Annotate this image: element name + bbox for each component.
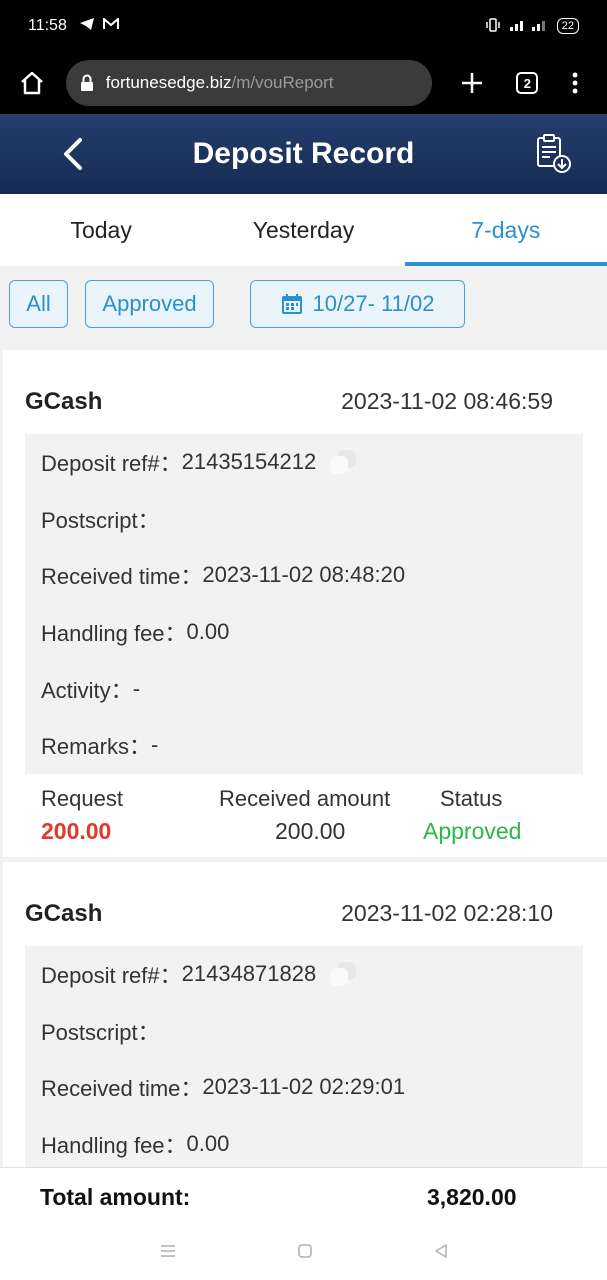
received-time-value: 2023-11-02 08:48:20: [202, 562, 406, 588]
handling-fee-value: 0.00: [186, 619, 230, 645]
filter-all-button[interactable]: All: [9, 280, 68, 328]
tab-switcher-button[interactable]: 2: [509, 65, 545, 101]
copy-icon[interactable]: [326, 959, 360, 989]
handling-fee-row: Handling fee： 0.00: [25, 604, 583, 661]
copy-icon[interactable]: [326, 447, 360, 477]
page: 11:58 22 fortunesedge.biz /m/vouReport 2…: [0, 0, 607, 1280]
url-path: /m/vouReport: [231, 73, 334, 92]
remarks-label: Remarks：: [41, 734, 152, 760]
handling-fee-label: Handling fee：: [41, 1133, 187, 1159]
status-bar: 11:58 22: [0, 0, 607, 52]
menu-icon[interactable]: [557, 65, 593, 101]
lock-icon: [80, 74, 94, 92]
deposit-ref-label: Deposit ref#：: [41, 451, 182, 477]
back-icon[interactable]: [56, 134, 92, 174]
received-amount-header: Received amount: [219, 786, 391, 811]
deposit-ref-value: 21434871828: [181, 961, 317, 987]
telegram-icon: [79, 17, 95, 36]
recent-apps-icon[interactable]: [159, 1243, 177, 1264]
total-bar: Total amount: 3,820.00: [0, 1167, 607, 1227]
record-details: Deposit ref#： 21434871828 Postscript： Re…: [25, 946, 583, 1172]
record-datetime: 2023-11-02 02:28:10: [341, 900, 553, 926]
request-header: Request: [41, 786, 123, 811]
date-range-button[interactable]: 10/27- 11/02: [250, 280, 465, 328]
new-tab-icon[interactable]: [454, 65, 490, 101]
deposit-ref-row: Deposit ref#： 21434871828: [25, 946, 583, 1003]
deposit-ref-row: Deposit ref#： 21435154212: [25, 434, 583, 491]
back-button-icon[interactable]: [433, 1243, 449, 1264]
date-tabs: Today Yesterday 7-days: [0, 194, 607, 266]
vibrate-icon: [485, 17, 501, 35]
received-time-row: Received time： 2023-11-02 02:29:01: [25, 1059, 583, 1116]
total-amount: 3,820.00: [427, 1184, 517, 1210]
url-host: fortunesedge.biz: [105, 73, 232, 92]
activity-row: Activity： -: [25, 660, 583, 717]
status-badge: Approved: [423, 818, 522, 844]
postscript-row: Postscript：: [25, 1003, 583, 1060]
tab-today[interactable]: Today: [0, 194, 202, 266]
tab-count: 2: [516, 72, 539, 94]
payment-method: GCash: [25, 900, 103, 927]
home-button-icon[interactable]: [297, 1243, 313, 1264]
amount-summary: Request 200.00 Received amount 200.00 St…: [3, 782, 607, 852]
deposit-record-card[interactable]: GCash 2023-11-02 02:28:10 Deposit ref#： …: [3, 862, 607, 1172]
received-time-value: 2023-11-02 02:29:01: [202, 1074, 406, 1100]
remarks-value: -: [151, 732, 159, 758]
payment-method: GCash: [25, 388, 103, 415]
address-bar[interactable]: fortunesedge.biz/m/vouReport: [65, 60, 432, 106]
browser-toolbar: fortunesedge.biz/m/vouReport 2: [0, 52, 607, 114]
date-range-label: 10/27- 11/02: [312, 291, 435, 316]
received-time-label: Received time：: [41, 1076, 203, 1102]
filter-approved-button[interactable]: Approved: [85, 280, 214, 328]
received-time-row: Received time： 2023-11-02 08:48:20: [25, 547, 583, 604]
handling-fee-row: Handling fee： 0.00: [25, 1116, 583, 1172]
handling-fee-value: 0.00: [186, 1131, 230, 1157]
tab-yesterday[interactable]: Yesterday: [202, 194, 404, 266]
filter-row: All Approved 10/27- 11/02: [0, 266, 607, 348]
record-datetime: 2023-11-02 08:46:59: [341, 388, 553, 414]
received-amount: 200.00: [275, 818, 346, 844]
home-icon[interactable]: [14, 65, 50, 101]
activity-value: -: [132, 675, 141, 701]
status-header: Status: [440, 786, 503, 811]
system-nav-bar: [0, 1227, 607, 1280]
page-title: Deposit Record: [192, 137, 415, 170]
signal-icon: [509, 18, 549, 35]
deposit-record-card[interactable]: GCash 2023-11-02 08:46:59 Deposit ref#： …: [3, 350, 607, 857]
clock: 11:58: [28, 17, 67, 34]
request-amount: 200.00: [41, 818, 112, 844]
activity-label: Activity：: [41, 677, 133, 703]
calendar-icon: [281, 293, 303, 315]
received-time-label: Received time：: [41, 564, 203, 590]
handling-fee-label: Handling fee：: [41, 621, 187, 647]
remarks-row: Remarks： -: [25, 717, 583, 774]
postscript-label: Postscript：: [41, 1019, 160, 1045]
postscript-row: Postscript：: [25, 491, 583, 548]
postscript-label: Postscript：: [41, 507, 160, 533]
record-details: Deposit ref#： 21435154212 Postscript： Re…: [25, 434, 583, 774]
deposit-ref-label: Deposit ref#：: [41, 963, 182, 989]
tab-7-days[interactable]: 7-days: [404, 194, 607, 266]
gmail-icon: [102, 16, 119, 35]
app-header: Deposit Record: [0, 114, 607, 194]
deposit-ref-value: 21435154212: [181, 449, 317, 475]
total-label: Total amount:: [40, 1184, 191, 1210]
battery-icon: 22: [556, 18, 579, 34]
report-download-icon[interactable]: [532, 132, 576, 176]
